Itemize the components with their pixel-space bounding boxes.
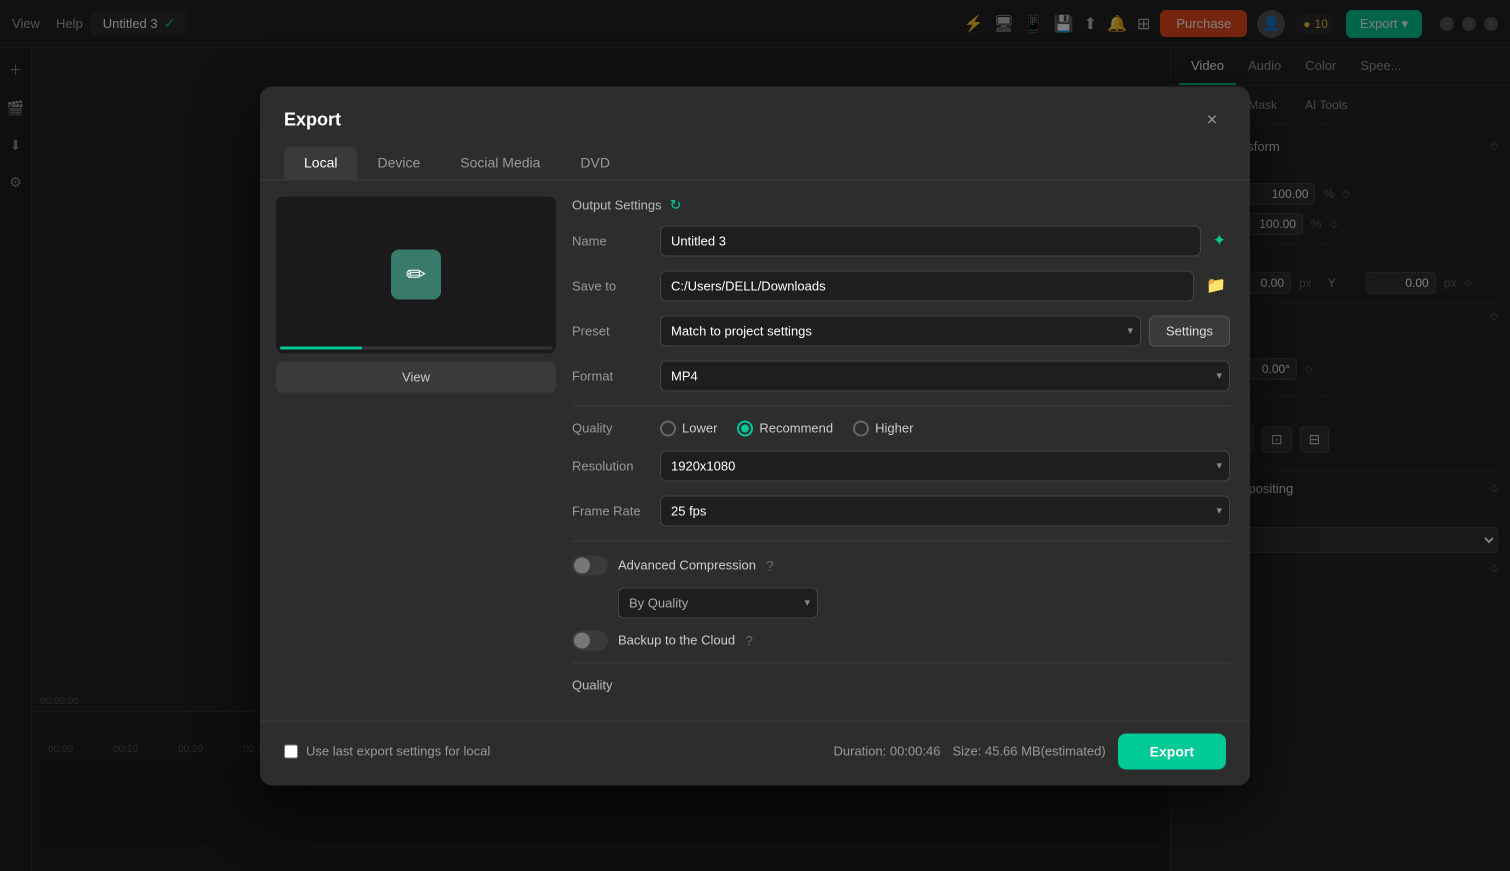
quality-bottom-title: Quality: [572, 677, 1230, 692]
name-row: Name ✦: [572, 225, 1230, 256]
quality-lower-label: Lower: [682, 421, 717, 436]
quality-row: Quality Lower Recommend Higher: [572, 420, 1230, 436]
footer-checkbox-area: Use last export settings for local: [284, 744, 490, 759]
modal-footer: Use last export settings for local Durat…: [260, 720, 1250, 785]
preview-thumbnail: ✏: [276, 196, 556, 354]
name-label: Name: [572, 233, 652, 248]
quality-higher-option[interactable]: Higher: [853, 420, 913, 436]
name-input[interactable]: [660, 225, 1201, 256]
frame-rate-select[interactable]: 24 fps 25 fps 30 fps 60 fps: [660, 495, 1230, 526]
modal-settings: Output Settings ↻ Name ✦ Save to 📁 Prese…: [572, 196, 1234, 704]
modal-preview: ✏ View: [276, 196, 556, 704]
quality-lower-option[interactable]: Lower: [660, 420, 717, 436]
footer-export-button[interactable]: Export: [1118, 733, 1226, 769]
preset-label: Preset: [572, 323, 652, 338]
resolution-select-wrap: 1920x1080 1280x720 3840x2160 ▾: [660, 450, 1230, 481]
backup-section: Backup to the Cloud ?: [572, 630, 1230, 650]
preview-progress: [280, 347, 362, 350]
format-label: Format: [572, 368, 652, 383]
quality-recommend-radio[interactable]: [737, 420, 753, 436]
frame-rate-select-wrap: 24 fps 25 fps 30 fps 60 fps ▾: [660, 495, 1230, 526]
modal-header: Export ×: [260, 86, 1250, 134]
resolution-select[interactable]: 1920x1080 1280x720 3840x2160: [660, 450, 1230, 481]
settings-divider-1: [572, 405, 1230, 406]
settings-button[interactable]: Settings: [1149, 315, 1230, 346]
quality-label: Quality: [572, 421, 652, 436]
backup-row: Backup to the Cloud ?: [572, 630, 1230, 650]
quality-higher-radio[interactable]: [853, 420, 869, 436]
format-select-wrap: MP4 MOV AVI ▾: [660, 360, 1230, 391]
quality-recommend-label: Recommend: [759, 421, 833, 436]
refresh-icon[interactable]: ↻: [670, 196, 682, 213]
modal-body: ✏ View Output Settings ↻ Name ✦ S: [260, 180, 1250, 720]
modal-tab-dvd[interactable]: DVD: [560, 146, 630, 180]
resolution-label: Resolution: [572, 458, 652, 473]
modal-tab-local[interactable]: Local: [284, 146, 357, 180]
format-select[interactable]: MP4 MOV AVI: [660, 360, 1230, 391]
quality-bottom-section: Quality: [572, 677, 1230, 692]
preset-select-wrap: Match to project settings Custom ▾: [660, 315, 1141, 346]
export-modal: Export × Local Device Social Media DVD ✏…: [260, 86, 1250, 785]
frame-rate-row: Frame Rate 24 fps 25 fps 30 fps 60 fps ▾: [572, 495, 1230, 526]
modal-tab-social[interactable]: Social Media: [440, 146, 560, 180]
modal-tabs: Local Device Social Media DVD: [260, 134, 1250, 180]
by-quality-select-wrap: By Quality By Bitrate ▾: [618, 587, 818, 618]
advanced-compression-help-icon[interactable]: ?: [766, 557, 774, 573]
footer-size: Size: 45.66 MB(estimated): [952, 744, 1105, 759]
backup-help-icon[interactable]: ?: [745, 632, 753, 648]
save-to-input[interactable]: [660, 270, 1194, 301]
backup-toggle[interactable]: [572, 630, 608, 650]
by-quality-row: By Quality By Bitrate ▾: [572, 587, 1230, 618]
folder-button[interactable]: 📁: [1202, 272, 1230, 300]
advanced-compression-row: Advanced Compression ?: [572, 555, 1230, 575]
frame-rate-label: Frame Rate: [572, 503, 652, 518]
preview-icon: ✏: [391, 250, 441, 300]
save-to-row: Save to 📁: [572, 270, 1230, 301]
preset-row: Preset Match to project settings Custom …: [572, 315, 1230, 346]
ai-rename-button[interactable]: ✦: [1209, 227, 1230, 255]
quality-higher-label: Higher: [875, 421, 913, 436]
output-settings-title: Output Settings ↻: [572, 196, 1230, 213]
modal-title: Export: [284, 110, 341, 131]
quality-recommend-option[interactable]: Recommend: [737, 420, 833, 436]
format-row: Format MP4 MOV AVI ▾: [572, 360, 1230, 391]
resolution-row: Resolution 1920x1080 1280x720 3840x2160 …: [572, 450, 1230, 481]
settings-divider-2: [572, 540, 1230, 541]
footer-duration: Duration: 00:00:46: [834, 744, 941, 759]
settings-divider-3: [572, 662, 1230, 663]
last-settings-label: Use last export settings for local: [306, 744, 490, 759]
quality-radio-group: Lower Recommend Higher: [660, 420, 913, 436]
save-to-label: Save to: [572, 278, 652, 293]
advanced-compression-label: Advanced Compression: [618, 558, 756, 573]
advanced-compression-toggle[interactable]: [572, 555, 608, 575]
by-quality-select[interactable]: By Quality By Bitrate: [618, 587, 818, 618]
preview-timeline-bar: [280, 347, 552, 350]
last-settings-checkbox[interactable]: [284, 744, 298, 758]
edit-button[interactable]: View: [276, 362, 556, 393]
modal-close-button[interactable]: ×: [1198, 106, 1226, 134]
advanced-compression-section: Advanced Compression ? By Quality By Bit…: [572, 555, 1230, 618]
backup-label: Backup to the Cloud: [618, 633, 735, 648]
preset-select[interactable]: Match to project settings Custom: [660, 315, 1141, 346]
modal-tab-device[interactable]: Device: [357, 146, 440, 180]
quality-lower-radio[interactable]: [660, 420, 676, 436]
